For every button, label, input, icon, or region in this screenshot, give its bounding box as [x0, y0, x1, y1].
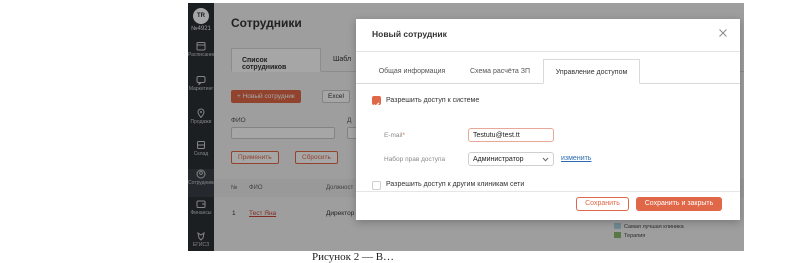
allow-other-clinics-checkbox[interactable]	[372, 181, 381, 190]
allow-access-label: Разрешить доступ к системе	[386, 97, 480, 104]
chevron-down-icon	[542, 157, 549, 162]
save-and-close-button[interactable]: Сохранить и закрыть	[636, 197, 722, 211]
dialog-tabs: Общая информация Схема расчёта ЗП Управл…	[356, 59, 740, 84]
tab-access-control[interactable]: Управление доступом	[543, 59, 640, 84]
figure-caption: Рисунок 2 — В…	[312, 251, 395, 263]
rights-select[interactable]: Администратор	[468, 152, 554, 166]
required-mark: *	[402, 132, 405, 139]
rights-label: Набор прав доступа	[384, 156, 446, 163]
allow-access-checkbox[interactable]	[372, 96, 381, 108]
divider	[356, 51, 740, 52]
app-screenshot: TR №4921 Расписание Маркетинг Продажи Ск…	[188, 3, 744, 251]
new-employee-dialog: Новый сотрудник Общая информация Схема р…	[356, 19, 740, 220]
email-field[interactable]: Testutu@test.tt	[468, 128, 554, 142]
checkmark-icon	[373, 102, 380, 108]
allow-other-clinics-label: Разрешить доступ к другим клиникам сети	[386, 181, 525, 188]
divider	[356, 191, 740, 192]
edit-rights-link[interactable]: изменить	[561, 155, 591, 162]
email-label-text: E-mail	[384, 132, 403, 139]
close-icon[interactable]	[718, 28, 728, 38]
rights-select-value: Администратор	[473, 156, 524, 163]
tab-salary-scheme[interactable]: Схема расчёта ЗП	[460, 59, 540, 84]
save-button[interactable]: Сохранить	[576, 197, 629, 211]
email-label: E-mail*	[384, 132, 405, 139]
tab-general-info[interactable]: Общая информация	[372, 59, 452, 84]
dialog-title: Новый сотрудник	[372, 29, 447, 39]
